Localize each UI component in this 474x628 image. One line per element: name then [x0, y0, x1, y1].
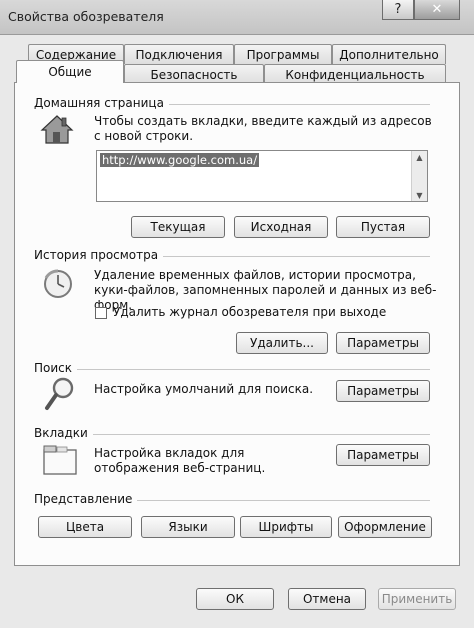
tabs-group-line	[36, 434, 430, 435]
cancel-button[interactable]: Отмена	[288, 588, 366, 610]
use-blank-button[interactable]: Пустая	[336, 216, 430, 238]
history-settings-button[interactable]: Параметры	[336, 332, 430, 354]
tab-general[interactable]: Общие	[16, 60, 124, 83]
tab-advanced-label: Дополнительно	[339, 47, 439, 62]
apply-label: Применить	[381, 592, 453, 606]
tab-security[interactable]: Безопасность	[124, 64, 264, 84]
scroll-down-icon[interactable]: ▼	[412, 189, 427, 201]
home-group-label: Домашняя страница	[34, 96, 169, 110]
tabs-settings-label: Параметры	[347, 448, 419, 462]
scroll-up-icon[interactable]: ▲	[412, 151, 427, 163]
use-default-label: Исходная	[250, 220, 312, 234]
home-icon	[40, 115, 74, 144]
ok-button[interactable]: ОК	[196, 588, 274, 610]
tabs-description: Настройка вкладок для отображения веб-ст…	[94, 446, 266, 475]
apply-button[interactable]: Применить	[378, 588, 456, 610]
history-settings-label: Параметры	[347, 336, 419, 350]
home-page-textarea[interactable]: http://www.google.com.ua/ ▲ ▼	[96, 150, 428, 202]
appearance-group-label: Представление	[34, 492, 138, 506]
fonts-label: Шрифты	[258, 520, 314, 534]
tabs-settings-button[interactable]: Параметры	[336, 444, 430, 466]
tab-connections[interactable]: Подключения	[124, 44, 234, 64]
tab-general-label: Общие	[48, 65, 92, 79]
tab-privacy[interactable]: Конфиденциальность	[264, 64, 446, 84]
colors-label: Цвета	[65, 520, 105, 534]
tabs-window-icon	[43, 445, 77, 475]
close-button[interactable]: ✕	[414, 0, 460, 20]
use-blank-label: Пустая	[360, 220, 406, 234]
tab-connections-label: Подключения	[135, 47, 223, 62]
cancel-label: Отмена	[302, 592, 352, 606]
history-group-label: История просмотра	[34, 248, 164, 262]
search-group-label: Поиск	[34, 361, 78, 375]
tab-privacy-label: Конфиденциальность	[285, 67, 425, 82]
textarea-scrollbar[interactable]: ▲ ▼	[411, 151, 427, 201]
ok-label: ОК	[226, 592, 244, 606]
window-title: Свойства обозревателя	[8, 9, 164, 24]
delete-history-button[interactable]: Удалить...	[236, 332, 328, 354]
search-settings-button[interactable]: Параметры	[336, 380, 430, 402]
use-current-button[interactable]: Текущая	[131, 216, 225, 238]
tab-advanced[interactable]: Дополнительно	[332, 44, 446, 64]
search-group-line	[36, 369, 430, 370]
delete-on-exit-label: Удалить журнал обозревателя при выходе	[113, 305, 387, 319]
help-button[interactable]: ?	[382, 0, 414, 20]
delete-on-exit-checkbox[interactable]	[95, 307, 107, 319]
fonts-button[interactable]: Шрифты	[240, 516, 332, 538]
title-bar[interactable]: Свойства обозревателя ? ✕	[0, 0, 474, 35]
accessibility-button[interactable]: Оформление	[338, 516, 432, 538]
search-description: Настройка умолчаний для поиска.	[94, 382, 314, 396]
home-page-url: http://www.google.com.ua/	[100, 153, 260, 167]
close-icon: ✕	[431, 2, 443, 17]
history-clock-icon	[44, 269, 72, 298]
use-default-button[interactable]: Исходная	[234, 216, 328, 238]
languages-button[interactable]: Языки	[141, 516, 235, 538]
tab-security-label: Безопасность	[150, 67, 238, 82]
use-current-label: Текущая	[150, 220, 206, 234]
delete-history-label: Удалить...	[250, 336, 314, 350]
home-description: Чтобы создать вкладки, введите каждый из…	[94, 114, 432, 143]
tab-programs-label: Программы	[246, 47, 320, 62]
search-magnifier-icon	[45, 377, 74, 410]
help-icon: ?	[394, 2, 402, 17]
colors-button[interactable]: Цвета	[38, 516, 132, 538]
accessibility-label: Оформление	[344, 520, 426, 534]
tabs-group-label: Вкладки	[34, 426, 93, 440]
search-settings-label: Параметры	[347, 384, 419, 398]
languages-label: Языки	[168, 520, 208, 534]
tab-programs[interactable]: Программы	[234, 44, 332, 64]
